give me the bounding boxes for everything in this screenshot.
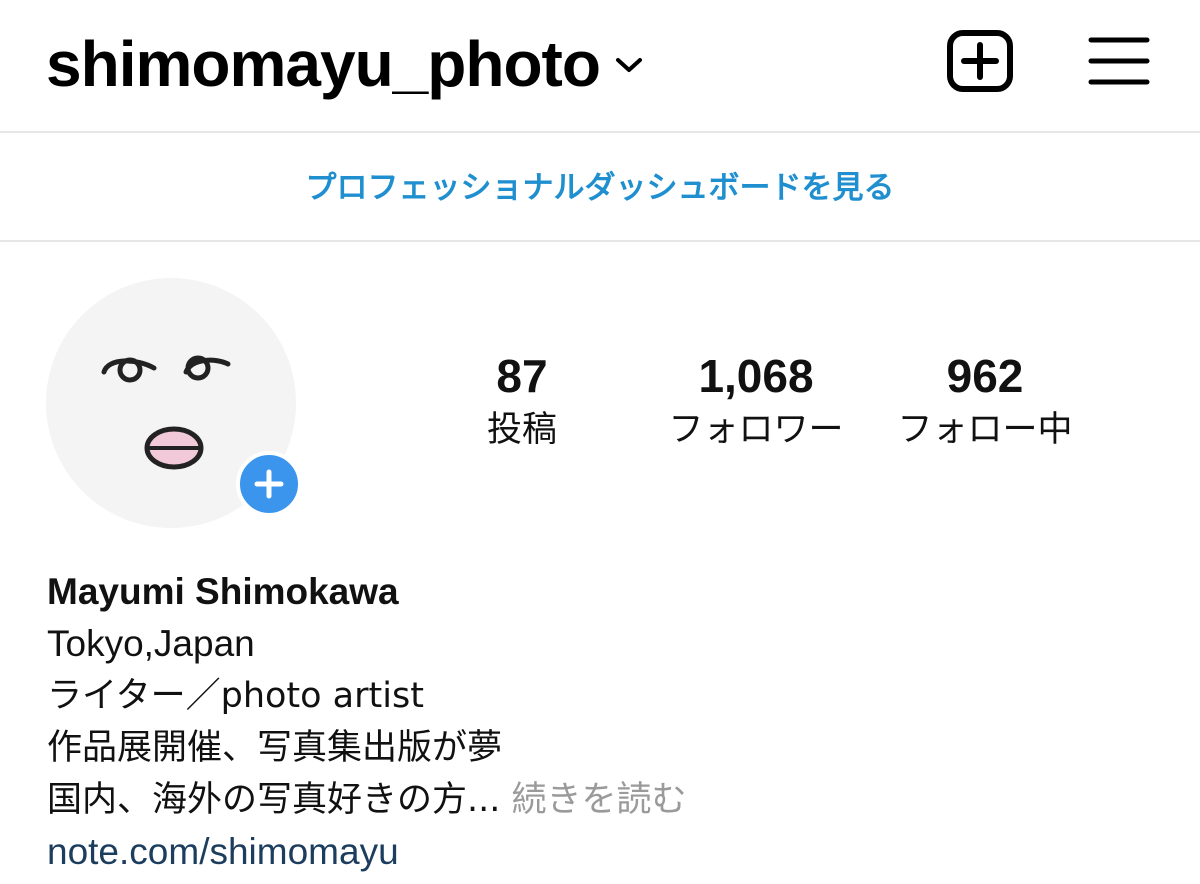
following-count: 962 [946,350,1024,402]
profile-header: shimomayu_photo [0,0,1200,133]
account-switcher[interactable]: shimomayu_photo [46,24,644,104]
chevron-down-icon [615,58,642,72]
bio-dream: 作品展開催、写真集出版が夢 [47,728,503,768]
bio-location: Tokyo,Japan [47,623,255,664]
bio-website-link[interactable]: note.com/shimomayu [47,826,1147,878]
username-title: shimomayu_photo [46,28,601,100]
bio-truncated-text: 国内、海外の写真好きの方... [47,780,501,820]
following-label: フォロー中 [897,410,1073,450]
followers-stat[interactable]: 1,068 フォロワー [646,348,866,454]
plus-square-icon[interactable] [946,30,1014,92]
professional-dashboard-banner: プロフェッショナルダッシュボードを見る [0,133,1200,242]
bio-occupation: ライター／photo artist [47,676,424,716]
profile-page: shimomayu_photo プロフェッショナルダッシュボードを見る 87 投… [0,0,1200,884]
following-stat[interactable]: 962 フォロー中 [880,348,1090,454]
display-name: Mayumi Shimokawa [47,571,399,612]
professional-dashboard-link[interactable]: プロフェッショナルダッシュボードを見る [306,162,895,207]
add-story-button[interactable] [236,451,302,517]
plus-icon [254,469,284,499]
bio-truncated-line: 国内、海外の写真好きの方... 続きを読む [47,774,1147,826]
profile-bio: Mayumi Shimokawa Tokyo,Japan ライター／photo … [47,566,1147,878]
followers-count: 1,068 [698,350,814,402]
posts-label: 投稿 [486,410,557,450]
hamburger-menu-icon[interactable] [1088,36,1150,86]
followers-label: フォロワー [668,410,844,450]
posts-count: 87 [496,350,548,402]
read-more-link[interactable]: 続きを読む [512,780,687,820]
posts-stat[interactable]: 87 投稿 [462,348,582,454]
